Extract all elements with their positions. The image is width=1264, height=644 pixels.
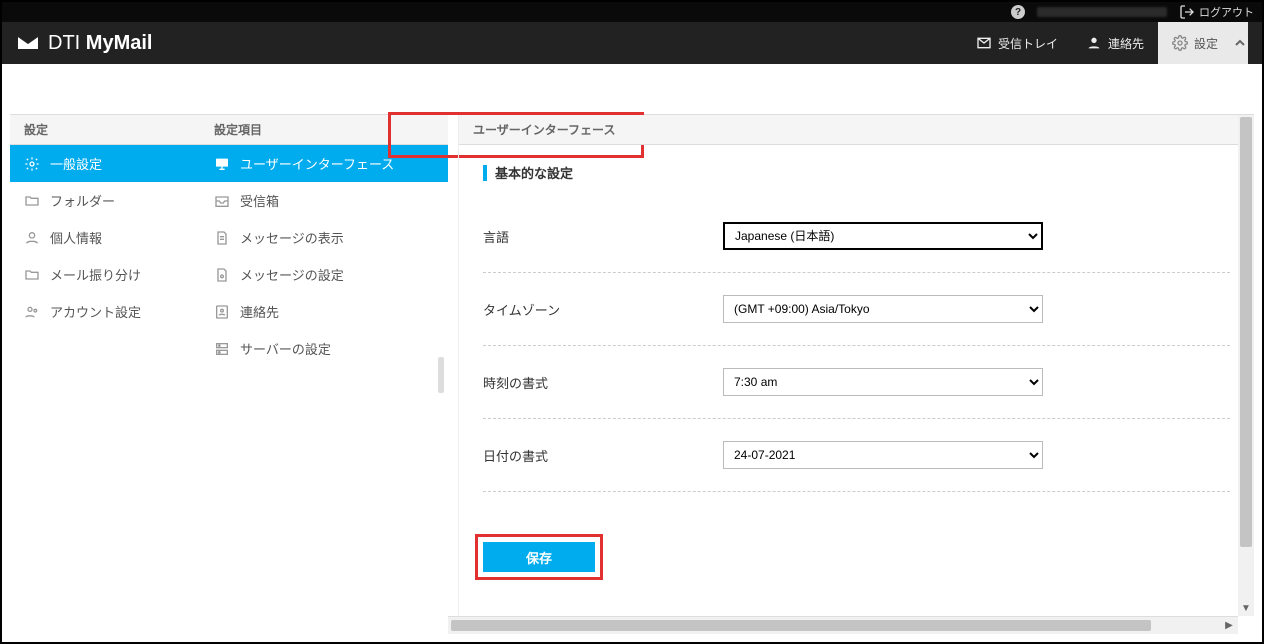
sidebar-item-label: アカウント設定 — [50, 302, 141, 321]
label-language: 言語 — [483, 227, 723, 246]
settings-panel: ユーザーインターフェース 基本的な設定 言語 Japanese (日本語) タイ… — [458, 115, 1254, 634]
label-dateformat: 日付の書式 — [483, 446, 723, 465]
mail-icon — [16, 31, 40, 55]
scroll-down-icon[interactable]: ▼ — [1238, 600, 1254, 616]
document-icon — [214, 230, 230, 246]
brand: DTI MyMail — [16, 31, 152, 55]
row-language: 言語 Japanese (日本語) — [483, 200, 1230, 273]
section-item-contacts[interactable]: 連絡先 — [200, 293, 448, 330]
header-nav: 受信トレイ 連絡先 設定 — [962, 22, 1248, 64]
inbox-icon — [214, 193, 230, 209]
section-item-ui[interactable]: ユーザーインターフェース — [200, 145, 448, 182]
chevron-up-icon — [1235, 38, 1245, 48]
sidebar-item-label: メール振り分け — [50, 265, 141, 284]
select-timeformat[interactable]: 7:30 am — [723, 368, 1043, 396]
nav-inbox[interactable]: 受信トレイ — [962, 22, 1072, 64]
nav-contacts[interactable]: 連絡先 — [1072, 22, 1158, 64]
person-icon — [24, 230, 40, 246]
logout-icon — [1179, 4, 1195, 20]
section-item-label: サーバーの設定 — [240, 339, 331, 358]
gear-icon — [24, 156, 40, 172]
sidebar-item-label: 一般設定 — [50, 154, 102, 173]
scroll-right-icon[interactable]: ▶ — [1220, 617, 1238, 634]
folder-icon — [24, 267, 40, 283]
col2-title: 設定項目 — [200, 115, 448, 145]
scrollbar-thumb[interactable] — [1240, 117, 1252, 547]
section-item-label: 受信箱 — [240, 191, 279, 210]
nav-settings[interactable]: 設定 — [1158, 22, 1232, 64]
section-item-label: ユーザーインターフェース — [240, 154, 394, 173]
save-button[interactable]: 保存 — [483, 542, 595, 572]
nav-inbox-label: 受信トレイ — [998, 35, 1058, 52]
sidebar-item-general[interactable]: 一般設定 — [10, 145, 200, 182]
server-icon — [214, 341, 230, 357]
sidebar-item-label: 個人情報 — [50, 228, 102, 247]
row-timezone: タイムゾーン (GMT +09:00) Asia/Tokyo — [483, 273, 1230, 346]
section-title-label: 基本的な設定 — [495, 163, 573, 182]
brand-prefix: DTI — [48, 32, 86, 54]
select-timezone[interactable]: (GMT +09:00) Asia/Tokyo — [723, 295, 1043, 323]
panel-title: ユーザーインターフェース — [459, 115, 1254, 145]
section-item-label: メッセージの設定 — [240, 265, 344, 284]
folder-icon — [24, 193, 40, 209]
sidebar-item-folders[interactable]: フォルダー — [10, 182, 200, 219]
section-item-label: メッセージの表示 — [240, 228, 344, 247]
select-dateformat[interactable]: 24-07-2021 — [723, 441, 1043, 469]
row-timeformat: 時刻の書式 7:30 am — [483, 346, 1230, 419]
top-bar: ? ログアウト — [2, 2, 1262, 22]
sidebar-item-account[interactable]: アカウント設定 — [10, 293, 200, 330]
col1-title: 設定 — [10, 115, 200, 145]
nav-settings-label: 設定 — [1194, 35, 1218, 52]
section-item-server[interactable]: サーバーの設定 — [200, 330, 448, 367]
brand-suffix: MyMail — [86, 32, 153, 54]
splitter-handle[interactable] — [438, 357, 444, 393]
contacts-icon — [1086, 35, 1102, 51]
logout-label: ログアウト — [1199, 4, 1254, 20]
row-dateformat: 日付の書式 24-07-2021 — [483, 419, 1230, 492]
gear-icon — [1172, 35, 1188, 51]
sidebar-item-filters[interactable]: メール振り分け — [10, 256, 200, 293]
help-icon[interactable]: ? — [1011, 5, 1025, 19]
nav-caret[interactable] — [1232, 22, 1248, 64]
document-gear-icon — [214, 267, 230, 283]
section-item-label: 連絡先 — [240, 302, 279, 321]
people-icon — [24, 304, 40, 320]
sidebar-item-label: フォルダー — [50, 191, 115, 210]
section-item-compose[interactable]: メッセージの設定 — [200, 256, 448, 293]
select-language[interactable]: Japanese (日本語) — [723, 222, 1043, 250]
nav-contacts-label: 連絡先 — [1108, 35, 1144, 52]
horizontal-scrollbar[interactable]: ◀ ▶ — [448, 616, 1238, 634]
label-timezone: タイムゾーン — [483, 300, 723, 319]
addressbook-icon — [214, 304, 230, 320]
header: DTI MyMail 受信トレイ 連絡先 設定 — [2, 22, 1262, 64]
monitor-icon — [214, 156, 230, 172]
section-item-display[interactable]: メッセージの表示 — [200, 219, 448, 256]
user-email — [1037, 7, 1167, 17]
vertical-scrollbar[interactable]: ▲ ▼ — [1238, 115, 1254, 616]
label-timeformat: 時刻の書式 — [483, 373, 723, 392]
section-item-inbox[interactable]: 受信箱 — [200, 182, 448, 219]
settings-sections: 設定項目 ユーザーインターフェース 受信箱 メッセージの表示 メッセージの設定 … — [200, 115, 448, 634]
inbox-icon — [976, 35, 992, 51]
sidebar-item-identity[interactable]: 個人情報 — [10, 219, 200, 256]
scrollbar-thumb[interactable] — [451, 620, 1151, 631]
section-title: 基本的な設定 — [483, 163, 1230, 182]
settings-sidebar: 設定 一般設定 フォルダー 個人情報 メール振り分け アカウント設定 — [10, 115, 200, 634]
logout-link[interactable]: ログアウト — [1179, 4, 1254, 20]
